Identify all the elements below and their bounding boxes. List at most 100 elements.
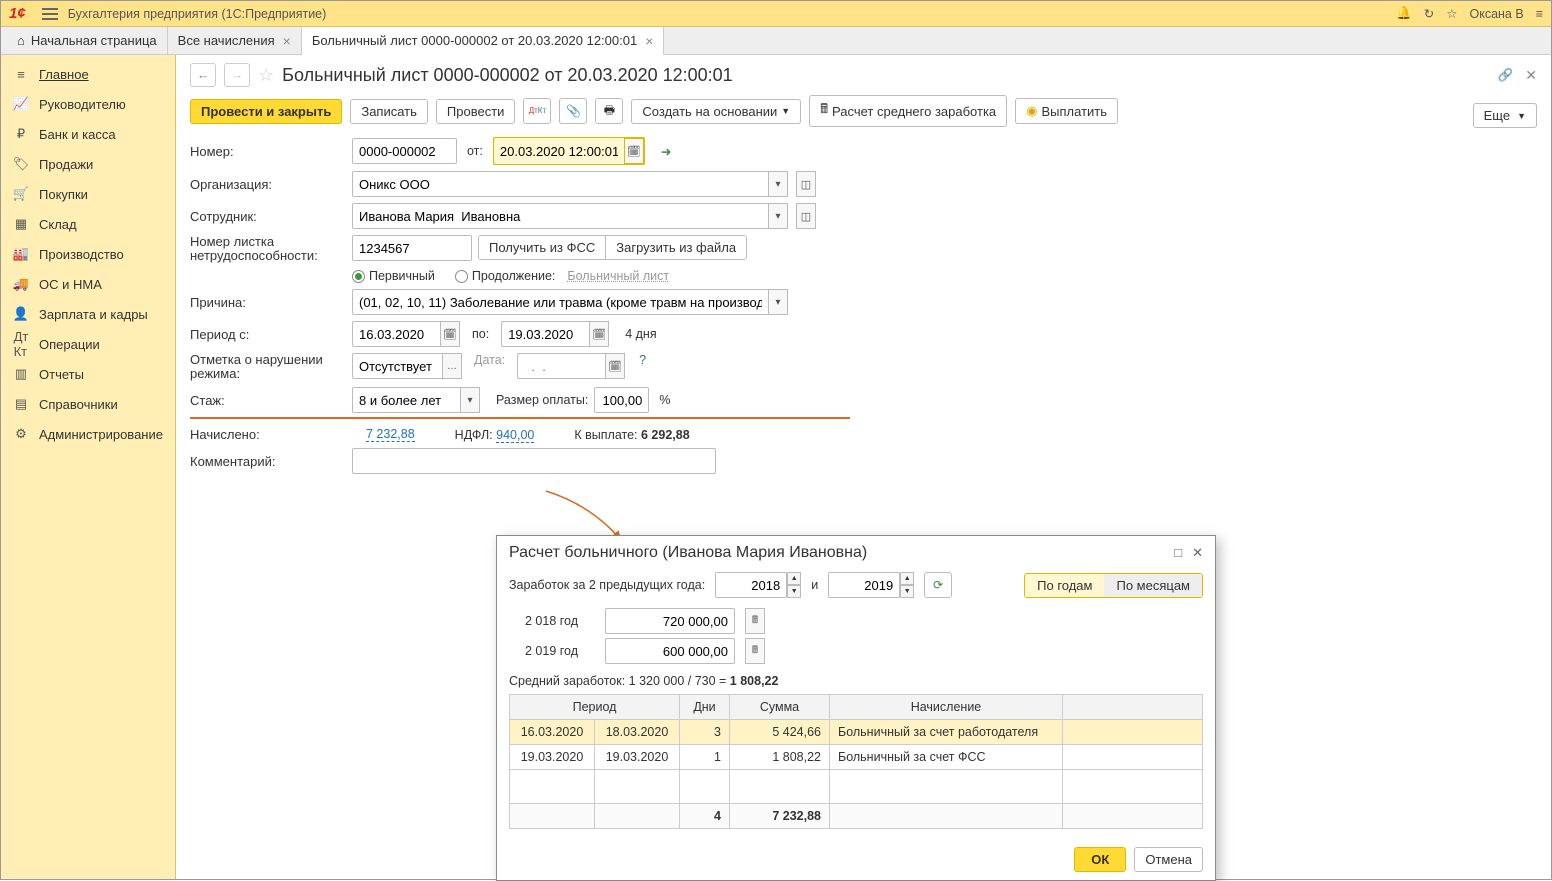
- goto-icon[interactable]: ➜: [661, 144, 671, 159]
- tab-home[interactable]: ⌂ Начальная страница: [7, 27, 168, 54]
- sidebar-item-catalogs[interactable]: ▤Справочники: [1, 389, 175, 419]
- chevron-down-icon[interactable]: ▾: [460, 387, 480, 413]
- sidebar-item-admin[interactable]: ⚙Администрирование: [1, 419, 175, 449]
- star-icon[interactable]: ☆: [1446, 6, 1457, 21]
- year1-input[interactable]: [715, 572, 787, 598]
- tab-all-accruals[interactable]: Все начисления ×: [168, 27, 302, 54]
- comment-field[interactable]: [352, 448, 716, 474]
- year2-spinner[interactable]: ▲▼: [828, 572, 914, 598]
- post-and-close-button[interactable]: Провести и закрыть: [190, 99, 342, 124]
- sidebar-item-payroll[interactable]: 👤Зарплата и кадры: [1, 299, 175, 329]
- tab-sick-leave[interactable]: Больничный лист 0000-000002 от 20.03.202…: [302, 27, 665, 55]
- emp-label: Сотрудник:: [190, 209, 346, 224]
- ndfl-link[interactable]: 940,00: [496, 428, 534, 443]
- continuation-radio[interactable]: Продолжение:: [455, 269, 556, 283]
- chevron-down-icon[interactable]: ▾: [768, 203, 788, 229]
- stage-field[interactable]: [352, 387, 460, 413]
- history-icon[interactable]: ↻: [1424, 6, 1434, 21]
- period-from-field[interactable]: [352, 321, 440, 347]
- write-button[interactable]: Записать: [350, 99, 428, 124]
- get-fss-button[interactable]: Получить из ФСС: [479, 236, 606, 259]
- cell: 19.03.2020: [510, 745, 595, 770]
- reason-label: Причина:: [190, 295, 346, 310]
- calendar-icon[interactable]: 🗓: [440, 321, 460, 347]
- sidebar-item-bank[interactable]: ₽Банк и касса: [1, 119, 175, 149]
- year2-amount-field[interactable]: [605, 638, 735, 664]
- sidebar-item-purchases[interactable]: 🛒Покупки: [1, 179, 175, 209]
- ok-button[interactable]: ОК: [1074, 847, 1126, 872]
- table-row[interactable]: 16.03.2020 18.03.2020 3 5 424,66 Больнич…: [510, 720, 1203, 745]
- by-month-tab[interactable]: По месяцам: [1104, 574, 1202, 597]
- menu-icon[interactable]: [42, 8, 58, 20]
- sidebar-item-production[interactable]: 🏭Производство: [1, 239, 175, 269]
- violation-date-field[interactable]: [517, 353, 605, 379]
- posting-icon-button[interactable]: ДтКт: [523, 98, 551, 124]
- number-label: Номер:: [190, 144, 346, 159]
- window-menu-icon[interactable]: ≡: [1536, 7, 1543, 21]
- org-field[interactable]: [352, 171, 768, 197]
- help-icon[interactable]: ?: [639, 353, 646, 367]
- nav-forward-button[interactable]: →: [224, 63, 250, 87]
- calendar-icon[interactable]: 🗓: [605, 353, 625, 379]
- close-icon[interactable]: ✕: [1192, 545, 1203, 561]
- print-button[interactable]: 🖶: [595, 98, 623, 124]
- year1-amount-field[interactable]: [605, 608, 735, 634]
- attach-button[interactable]: 📎: [559, 98, 587, 124]
- sidebar-item-main[interactable]: ≡Главное: [1, 59, 175, 89]
- calendar-icon[interactable]: 🗓: [589, 321, 609, 347]
- sick-leave-link[interactable]: Больничный лист: [567, 269, 669, 283]
- link-icon[interactable]: 🔗: [1498, 68, 1514, 83]
- nav-back-button[interactable]: ←: [190, 63, 216, 87]
- cell: 1 808,22: [730, 745, 830, 770]
- user-name[interactable]: Оксана В: [1470, 7, 1524, 21]
- close-icon[interactable]: ×: [283, 33, 291, 49]
- datetime-field[interactable]: [494, 138, 624, 164]
- year2-input[interactable]: [828, 572, 900, 598]
- calc-icon[interactable]: 🖩: [745, 608, 765, 634]
- favorite-star-icon[interactable]: ☆: [258, 65, 274, 86]
- spin-up-icon[interactable]: ▲: [900, 572, 914, 585]
- sidebar-item-operations[interactable]: ДтКтОперации: [1, 329, 175, 359]
- sidebar-item-assets[interactable]: 🚚ОС и НМА: [1, 269, 175, 299]
- by-year-tab[interactable]: По годам: [1025, 574, 1104, 597]
- sidebar-item-reports[interactable]: ▥Отчеты: [1, 359, 175, 389]
- create-based-button[interactable]: Создать на основании▼: [631, 99, 801, 124]
- reason-field[interactable]: [352, 289, 768, 315]
- calc-icon[interactable]: 🖩: [745, 638, 765, 664]
- sidebar-item-sales[interactable]: 🏷Продажи: [1, 149, 175, 179]
- cell: Больничный за счет ФСС: [830, 745, 1063, 770]
- close-icon[interactable]: ×: [645, 33, 653, 49]
- chevron-down-icon[interactable]: ▾: [768, 289, 788, 315]
- sidebar-item-warehouse[interactable]: ▦Склад: [1, 209, 175, 239]
- emp-field[interactable]: [352, 203, 768, 229]
- cancel-button[interactable]: Отмена: [1134, 847, 1203, 872]
- calendar-icon[interactable]: 🗓: [624, 138, 644, 164]
- ellipsis-icon[interactable]: …: [442, 353, 462, 379]
- pay-size-field[interactable]: [594, 387, 649, 413]
- spin-down-icon[interactable]: ▼: [900, 585, 914, 598]
- more-button[interactable]: Еще▼: [1473, 103, 1537, 128]
- refresh-button[interactable]: ⟳: [924, 572, 952, 598]
- bell-icon[interactable]: 🔔: [1396, 6, 1412, 21]
- violation-field[interactable]: [352, 353, 442, 379]
- close-icon[interactable]: ✕: [1525, 67, 1537, 84]
- spin-down-icon[interactable]: ▼: [787, 585, 801, 598]
- calc-avg-button[interactable]: 🖩Расчет среднего заработка: [809, 95, 1007, 127]
- maximize-icon[interactable]: □: [1174, 545, 1182, 561]
- open-button[interactable]: ◫: [796, 171, 816, 197]
- pay-button[interactable]: ◉Выплатить: [1015, 98, 1118, 124]
- col-period: Период: [510, 695, 680, 720]
- table-row[interactable]: 19.03.2020 19.03.2020 1 1 808,22 Больнич…: [510, 745, 1203, 770]
- number-field[interactable]: [352, 138, 457, 164]
- sidebar-item-manager[interactable]: 📈Руководителю: [1, 89, 175, 119]
- primary-radio[interactable]: Первичный: [352, 269, 435, 283]
- year1-spinner[interactable]: ▲▼: [715, 572, 801, 598]
- accrued-link[interactable]: 7 232,88: [366, 427, 415, 442]
- load-file-button[interactable]: Загрузить из файла: [606, 236, 746, 259]
- period-to-field[interactable]: [501, 321, 589, 347]
- post-button[interactable]: Провести: [436, 99, 516, 124]
- spin-up-icon[interactable]: ▲: [787, 572, 801, 585]
- sheet-no-field[interactable]: [352, 235, 472, 261]
- open-button[interactable]: ◫: [796, 203, 816, 229]
- chevron-down-icon[interactable]: ▾: [768, 171, 788, 197]
